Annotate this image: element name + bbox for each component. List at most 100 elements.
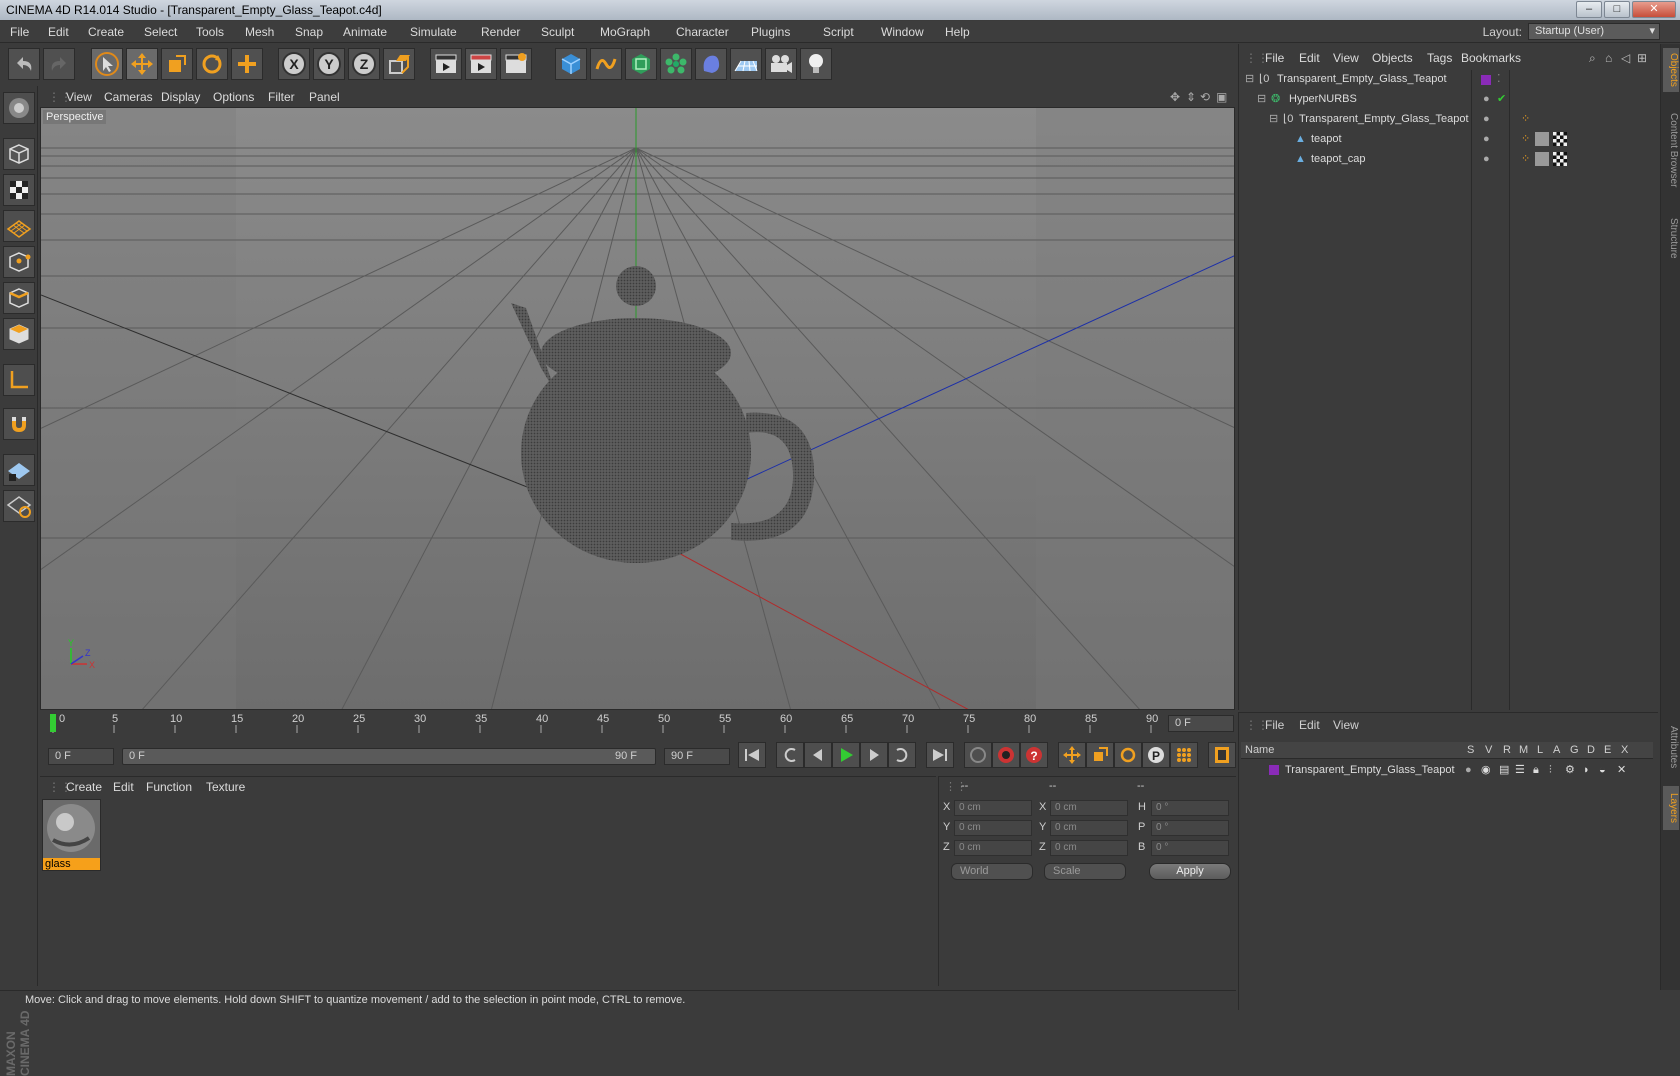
search-icon[interactable]: ⌕	[1589, 51, 1596, 66]
deformer-icon[interactable]: ◗	[1583, 761, 1590, 780]
previous-key-button[interactable]	[776, 742, 804, 768]
layer-menu-edit[interactable]: Edit	[1299, 718, 1320, 732]
key-parameter-button[interactable]: P	[1142, 742, 1170, 768]
animation-icon[interactable]: ⫶	[1549, 761, 1552, 780]
y-axis-lock-button[interactable]: Y	[313, 48, 345, 80]
array-button[interactable]	[660, 48, 692, 80]
obj-menu-view[interactable]: View	[1333, 51, 1359, 65]
solo-dot-icon[interactable]: ●	[1465, 761, 1472, 780]
uvw-tag-icon[interactable]	[1535, 152, 1549, 166]
menu-create[interactable]: Create	[88, 25, 124, 39]
render-picture-viewer-button[interactable]	[465, 48, 497, 80]
col-manager[interactable]: M	[1519, 742, 1528, 759]
layer-menu-file[interactable]: File	[1265, 718, 1284, 732]
manager-icon[interactable]: ☰	[1515, 761, 1525, 780]
texture-tag-icon[interactable]	[1553, 132, 1567, 146]
menu-script[interactable]: Script	[823, 25, 854, 39]
key-position-button[interactable]	[1058, 742, 1086, 768]
tab-layers[interactable]: Layers	[1663, 786, 1679, 830]
coord-space-dropdown[interactable]: World	[951, 863, 1033, 880]
live-selection-button[interactable]	[91, 48, 123, 80]
render-view-button[interactable]	[430, 48, 462, 80]
col-xref[interactable]: X	[1621, 742, 1628, 759]
col-locked[interactable]: L	[1537, 742, 1543, 759]
visibility-dot-icon[interactable]: ●	[1483, 90, 1490, 109]
key-pla-button[interactable]	[1170, 742, 1198, 768]
teapot-model[interactable]	[511, 266, 815, 563]
start-frame-field[interactable]: 0 F	[48, 748, 114, 765]
viewport-rotate-icon[interactable]: ⟲	[1200, 90, 1210, 104]
make-editable-button[interactable]	[3, 92, 35, 124]
collapse-icon[interactable]: ⊟	[1257, 90, 1266, 109]
generator-icon[interactable]: ⚙︎	[1565, 761, 1575, 780]
deformer-button[interactable]	[695, 48, 727, 80]
snap-button[interactable]	[3, 408, 35, 440]
size-z-field[interactable]: 0 cm	[1050, 840, 1128, 856]
expression-icon[interactable]: ◒	[1599, 761, 1606, 780]
mat-menu-function[interactable]: Function	[146, 780, 192, 794]
back-icon[interactable]: ◁	[1621, 51, 1630, 65]
col-expressions[interactable]: E	[1604, 742, 1611, 759]
vp-menu-filter[interactable]: Filter	[268, 90, 295, 104]
camera-button[interactable]	[765, 48, 797, 80]
maximize-button[interactable]: □	[1604, 1, 1630, 18]
menu-help[interactable]: Help	[945, 25, 970, 39]
col-deformers[interactable]: D	[1587, 742, 1595, 759]
obj-menu-edit[interactable]: Edit	[1299, 51, 1320, 65]
texture-tag-icon[interactable]	[1553, 152, 1567, 166]
cube-object-button[interactable]	[555, 48, 587, 80]
layer-menu-view[interactable]: View	[1333, 718, 1359, 732]
tab-attributes[interactable]: Attributes	[1663, 714, 1679, 780]
menu-mesh[interactable]: Mesh	[245, 25, 274, 39]
tree-row[interactable]: ▲ teapot ● ⁘	[1243, 130, 1657, 149]
timeline-window-button[interactable]	[1208, 742, 1236, 768]
viewport-zoom-icon[interactable]: ⇕	[1186, 90, 1196, 104]
z-axis-lock-button[interactable]: Z	[348, 48, 380, 80]
close-button[interactable]: ✕	[1632, 1, 1676, 18]
viewport-move-icon[interactable]: ✥	[1170, 90, 1180, 104]
menu-edit[interactable]: Edit	[48, 25, 69, 39]
tab-content-browser[interactable]: Content Browser	[1663, 100, 1679, 200]
tree-row[interactable]: ⊟ ❂ HyperNURBS ● ✔	[1243, 90, 1657, 109]
undo-button[interactable]	[8, 48, 40, 80]
visibility-dots-icon[interactable]: ⁚	[1497, 70, 1501, 89]
next-key-button[interactable]	[888, 742, 916, 768]
size-x-field[interactable]: 0 cm	[1050, 800, 1128, 816]
apply-button[interactable]: Apply	[1149, 863, 1231, 880]
menu-tools[interactable]: Tools	[196, 25, 224, 39]
vp-menu-cameras[interactable]: Cameras	[104, 90, 153, 104]
coordinate-system-button[interactable]	[383, 48, 415, 80]
render-settings-button[interactable]	[500, 48, 532, 80]
points-mode-button[interactable]	[3, 246, 35, 278]
render-icon[interactable]: ▤	[1499, 761, 1509, 780]
visibility-dot-icon[interactable]: ●	[1483, 110, 1490, 129]
locked-workplane-button[interactable]	[3, 490, 35, 522]
col-animation[interactable]: A	[1553, 742, 1560, 759]
material-swatch-glass[interactable]: glass	[42, 799, 101, 871]
pos-x-field[interactable]: 0 cm	[954, 800, 1032, 816]
phong-tag-icon[interactable]: ⁘	[1521, 150, 1530, 169]
obj-menu-objects[interactable]: Objects	[1372, 51, 1413, 65]
visibility-dot-icon[interactable]: ●	[1483, 150, 1490, 169]
minimize-button[interactable]: –	[1576, 1, 1602, 18]
light-button[interactable]	[800, 48, 832, 80]
edges-mode-button[interactable]	[3, 282, 35, 314]
col-view[interactable]: V	[1485, 742, 1492, 759]
menu-snap[interactable]: Snap	[295, 25, 323, 39]
x-axis-lock-button[interactable]: X	[278, 48, 310, 80]
obj-menu-bookmarks[interactable]: Bookmarks	[1461, 51, 1521, 65]
tree-row[interactable]: ⊟ ⌊0 Transparent_Empty_Glass_Teapot ● ⁘	[1243, 110, 1657, 129]
menu-select[interactable]: Select	[144, 25, 177, 39]
end-frame-field[interactable]: 90 F	[664, 748, 730, 765]
menu-animate[interactable]: Animate	[343, 25, 387, 39]
redo-button[interactable]	[43, 48, 75, 80]
uvw-tag-icon[interactable]	[1535, 132, 1549, 146]
scale-tool-button[interactable]	[161, 48, 193, 80]
col-generators[interactable]: G	[1570, 742, 1579, 759]
menu-render[interactable]: Render	[481, 25, 520, 39]
menu-file[interactable]: File	[10, 25, 29, 39]
menu-simulate[interactable]: Simulate	[410, 25, 457, 39]
layer-color-swatch[interactable]	[1269, 765, 1279, 775]
col-render[interactable]: R	[1503, 742, 1511, 759]
new-view-icon[interactable]: ⊞	[1637, 51, 1647, 65]
